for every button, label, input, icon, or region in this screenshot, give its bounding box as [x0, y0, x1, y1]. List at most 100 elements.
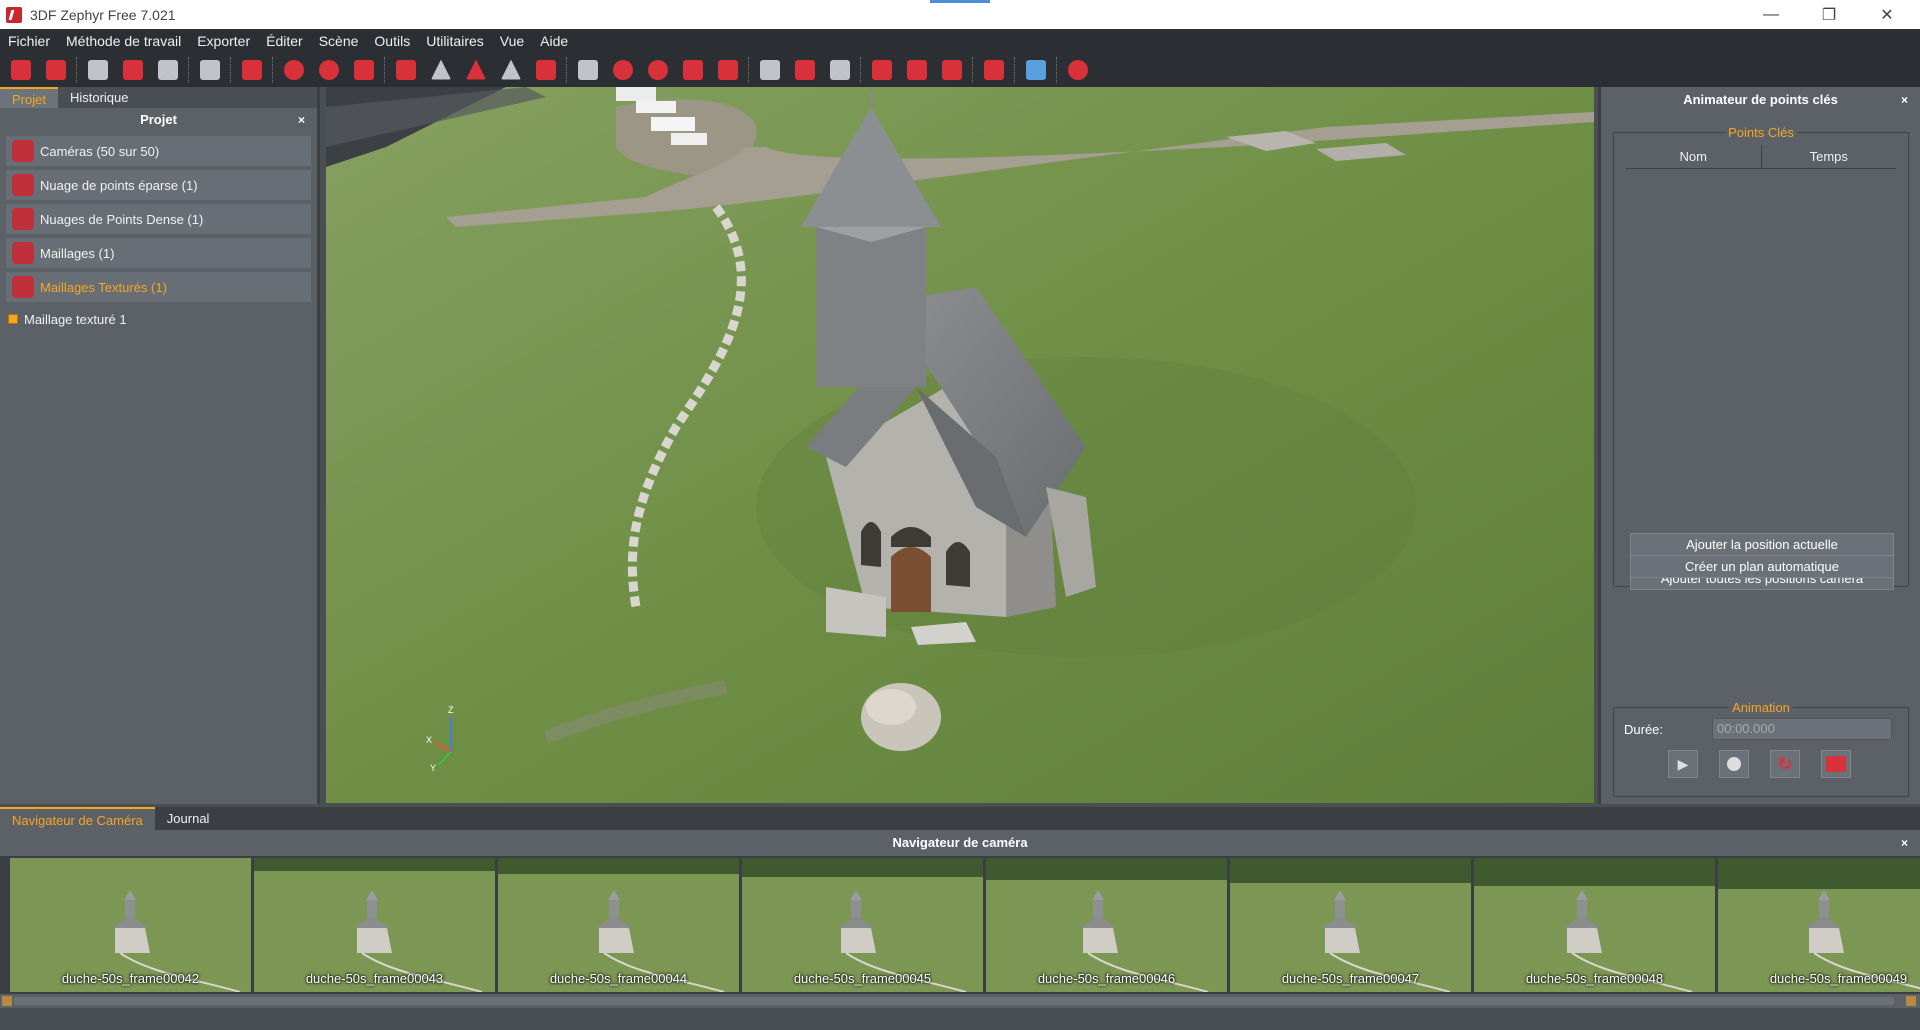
pin-icon — [396, 59, 416, 80]
scroll-left-arrow[interactable] — [2, 996, 12, 1006]
project-item-label: Nuages de Points Dense (1) — [40, 211, 204, 227]
project-item-2[interactable]: Nuages de Points Dense (1) — [6, 204, 311, 234]
view-cube-button[interactable] — [1021, 55, 1051, 85]
duration-input[interactable]: 00:00.000 — [1712, 718, 1892, 740]
record-button[interactable] — [1719, 750, 1749, 778]
red-cube-icon — [683, 59, 703, 80]
ruler-button[interactable] — [937, 55, 967, 85]
scrollbar-thumb[interactable] — [14, 997, 1894, 1005]
triangle-gray-button[interactable] — [426, 55, 456, 85]
3d-viewport[interactable]: Z X Y — [326, 87, 1594, 803]
thumbnail-scrollbar[interactable] — [0, 994, 1920, 1008]
grid-cube-button[interactable] — [713, 55, 743, 85]
cluster-button[interactable] — [349, 55, 379, 85]
orbit-button[interactable] — [867, 55, 897, 85]
axis-x-label: X — [426, 735, 432, 745]
menu-6[interactable]: Utilitaires — [418, 33, 492, 49]
toolbar-separator — [1056, 56, 1059, 83]
save-project-button[interactable] — [41, 55, 71, 85]
menu-8[interactable]: Aide — [532, 33, 576, 49]
project-item-1[interactable]: Nuage de points éparse (1) — [6, 170, 311, 200]
tab-historique[interactable]: Historique — [58, 87, 141, 108]
camera-thumbnail[interactable]: duche-50s_frame00048 — [1474, 858, 1717, 992]
help-button[interactable] — [1063, 55, 1093, 85]
redo-button[interactable] — [825, 55, 855, 85]
loop-button[interactable]: ↻ — [1770, 750, 1800, 778]
thumbnail-caption: duche-50s_frame00042 — [61, 971, 200, 986]
create-auto-plan-button[interactable]: Créer un plan automatique — [1630, 555, 1894, 578]
project-item-3[interactable]: Maillages (1) — [6, 238, 311, 268]
undo-button[interactable] — [790, 55, 820, 85]
scroll-right-arrow[interactable] — [1906, 996, 1916, 1006]
tab-camera-navigator[interactable]: Navigateur de Caméra — [0, 807, 155, 830]
triangle-red-button[interactable] — [461, 55, 491, 85]
camera-button[interactable] — [237, 55, 267, 85]
animator-header: Animateur de points clés × — [1601, 87, 1920, 113]
column-temps[interactable]: Temps — [1762, 145, 1897, 168]
target-button[interactable] — [314, 55, 344, 85]
tab-projet[interactable]: Projet — [0, 87, 58, 108]
project-item-4[interactable]: Maillages Texturés (1) — [6, 272, 311, 302]
target-icon — [319, 59, 339, 80]
scene-render: Z X Y — [326, 87, 1594, 803]
settings-gear-button[interactable] — [979, 55, 1009, 85]
camera-thumbnail[interactable]: duche-50s_frame00046 — [986, 858, 1229, 992]
render-screen-button[interactable] — [755, 55, 785, 85]
play-button[interactable]: ▶ — [1668, 750, 1698, 778]
mesh-wire-button[interactable] — [153, 55, 183, 85]
red-cube-button[interactable] — [678, 55, 708, 85]
restore-button[interactable]: ❐ — [1800, 0, 1858, 29]
grid-cube-icon — [718, 59, 738, 80]
camera-thumbnail[interactable]: duche-50s_frame00042 — [10, 858, 253, 992]
thumbnail-caption: duche-50s_frame00043 — [305, 971, 444, 986]
sphere-dots-button[interactable] — [608, 55, 638, 85]
menu-3[interactable]: Éditer — [258, 33, 311, 49]
globe-button[interactable] — [643, 55, 673, 85]
mesh-cube-button[interactable] — [118, 55, 148, 85]
add-current-position-button[interactable]: Ajouter la position actuelle — [1630, 533, 1894, 556]
menu-1[interactable]: Méthode de travail — [58, 33, 189, 49]
toolbar-separator — [860, 56, 863, 83]
project-item-0[interactable]: Caméras (50 sur 50) — [6, 136, 311, 166]
sparse-cloud-icon — [12, 174, 34, 196]
camera-thumbnail[interactable]: duche-50s_frame00047 — [1230, 858, 1473, 992]
export-video-button[interactable] — [1821, 750, 1851, 778]
selection-circle-button[interactable] — [279, 55, 309, 85]
window-title: 3DF Zephyr Free 7.021 — [30, 6, 176, 23]
camera-thumbnail[interactable]: duche-50s_frame00049 — [1718, 858, 1920, 992]
menu-7[interactable]: Vue — [492, 33, 532, 49]
column-nom[interactable]: Nom — [1626, 145, 1762, 168]
menu-2[interactable]: Exporter — [189, 33, 258, 49]
close-navigator-icon[interactable]: × — [1901, 830, 1908, 856]
animation-group-label: Animation — [1729, 700, 1793, 715]
close-panel-icon[interactable]: × — [298, 108, 305, 132]
tab-journal[interactable]: Journal — [155, 807, 222, 830]
camera-thumbnail[interactable]: duche-50s_frame00044 — [498, 858, 741, 992]
project-panel-title: Projet — [140, 112, 177, 127]
pin-button[interactable] — [391, 55, 421, 85]
menu-4[interactable]: Scène — [311, 33, 367, 49]
camera-thumbnail[interactable]: duche-50s_frame00043 — [254, 858, 497, 992]
open-project-button[interactable] — [6, 55, 36, 85]
brush-button[interactable] — [531, 55, 561, 85]
close-animator-icon[interactable]: × — [1901, 87, 1908, 113]
close-window-button[interactable]: ✕ — [1858, 0, 1916, 29]
triangle-outline-button[interactable] — [496, 55, 526, 85]
texture-mesh-button[interactable] — [195, 55, 225, 85]
toolbar-separator — [972, 56, 975, 83]
crop-button[interactable] — [902, 55, 932, 85]
scene-camera-button[interactable] — [573, 55, 603, 85]
project-panel: Projet Historique Projet × Caméras (50 s… — [0, 87, 320, 804]
camera-thumbnail[interactable]: duche-50s_frame00045 — [742, 858, 985, 992]
video-icon — [1826, 756, 1846, 772]
animation-group: Animation Durée: 00:00.000 ▶ ↻ — [1613, 700, 1909, 797]
axis-z-label: Z — [448, 705, 454, 715]
thumbnail-caption: duche-50s_frame00044 — [549, 971, 688, 986]
workflow-button[interactable] — [83, 55, 113, 85]
project-item-label: Maillages Texturés (1) — [40, 279, 167, 295]
menu-5[interactable]: Outils — [366, 33, 418, 49]
textured-mesh-item[interactable]: Maillage texturé 1 — [0, 308, 317, 330]
loop-icon: ↻ — [1777, 753, 1793, 774]
minimize-button[interactable]: — — [1742, 0, 1800, 29]
menu-0[interactable]: Fichier — [0, 33, 58, 49]
